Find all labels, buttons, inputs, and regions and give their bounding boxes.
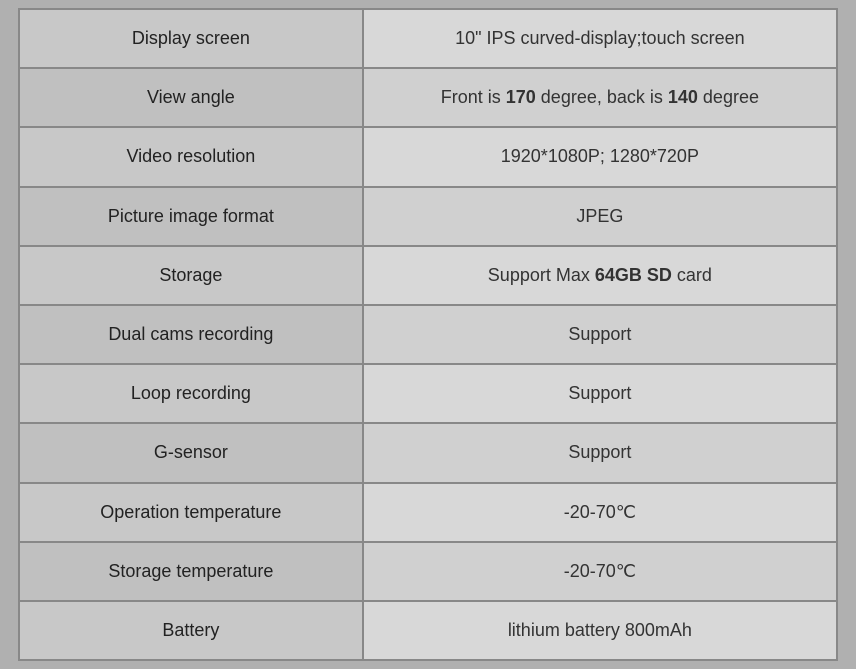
table-row: Dual cams recordingSupport (20, 305, 836, 364)
spec-label: Picture image format (20, 187, 363, 246)
table-row: Operation temperature-20-70℃ (20, 483, 836, 542)
table-row: Batterylithium battery 800mAh (20, 601, 836, 659)
spec-value: Support (363, 305, 836, 364)
spec-value: Front is 170 degree, back is 140 degree (363, 68, 836, 127)
spec-label: Storage temperature (20, 542, 363, 601)
spec-value: 10" IPS curved-display;touch screen (363, 10, 836, 68)
table-row: StorageSupport Max 64GB SD card (20, 246, 836, 305)
spec-label: View angle (20, 68, 363, 127)
spec-label: Operation temperature (20, 483, 363, 542)
spec-label: Dual cams recording (20, 305, 363, 364)
spec-value: Support (363, 423, 836, 482)
spec-value: Support (363, 364, 836, 423)
spec-label: Display screen (20, 10, 363, 68)
spec-value: -20-70℃ (363, 483, 836, 542)
spec-label: Loop recording (20, 364, 363, 423)
spec-label: Storage (20, 246, 363, 305)
table-row: Display screen10" IPS curved-display;tou… (20, 10, 836, 68)
spec-label: G-sensor (20, 423, 363, 482)
spec-value: Support Max 64GB SD card (363, 246, 836, 305)
specs-table-container: Display screen10" IPS curved-display;tou… (18, 8, 838, 661)
spec-value: 1920*1080P; 1280*720P (363, 127, 836, 186)
table-row: Loop recordingSupport (20, 364, 836, 423)
table-row: Storage temperature-20-70℃ (20, 542, 836, 601)
spec-value: JPEG (363, 187, 836, 246)
table-row: G-sensorSupport (20, 423, 836, 482)
spec-value: -20-70℃ (363, 542, 836, 601)
spec-value: lithium battery 800mAh (363, 601, 836, 659)
spec-label: Battery (20, 601, 363, 659)
table-row: Picture image formatJPEG (20, 187, 836, 246)
table-row: View angleFront is 170 degree, back is 1… (20, 68, 836, 127)
specs-table: Display screen10" IPS curved-display;tou… (20, 10, 836, 659)
table-row: Video resolution1920*1080P; 1280*720P (20, 127, 836, 186)
spec-label: Video resolution (20, 127, 363, 186)
